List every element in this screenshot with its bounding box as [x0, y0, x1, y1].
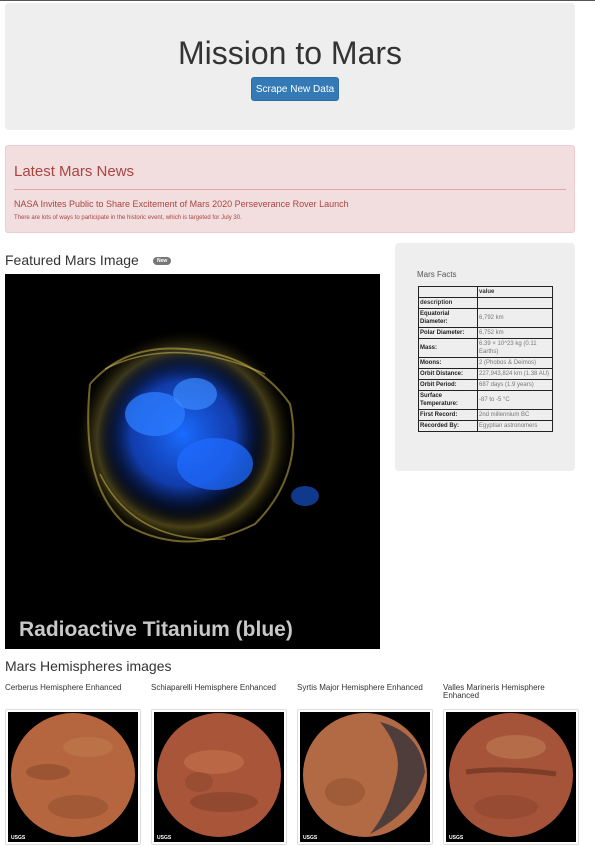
hemisphere-thumbnail[interactable]: USGS: [5, 709, 141, 845]
news-heading: Latest Mars News: [14, 163, 135, 180]
mars-globe-image: USGS: [8, 712, 138, 842]
usgs-logo: USGS: [157, 835, 172, 841]
mars-facts-panel: Mars Facts value description Equatorial …: [395, 243, 575, 471]
scrape-new-data-button[interactable]: Scrape New Data: [251, 77, 339, 101]
fact-value: -87 to -5 °C: [477, 390, 553, 410]
news-title-link[interactable]: NASA Invites Public to Share Excitement …: [14, 199, 349, 209]
mars-globe-image: USGS: [154, 712, 284, 842]
fact-label: Mass:: [418, 338, 478, 358]
usgs-logo: USGS: [303, 835, 318, 841]
table-row: Polar Diameter: 6,752 km: [418, 327, 553, 339]
fact-value: Egyptian astronomers: [477, 420, 553, 432]
fact-value: 2nd millennium BC: [477, 409, 553, 421]
latest-news-panel: Latest Mars News NASA Invites Public to …: [5, 145, 575, 233]
fact-value: 6,792 km: [477, 308, 553, 328]
facts-index-row: description: [418, 297, 553, 309]
fact-value: 687 days (1.9 years): [477, 379, 553, 391]
table-row: Orbit Distance: 227,943,824 km (1.38 AU): [418, 368, 553, 380]
fact-label: First Record:: [418, 409, 478, 421]
fact-label: Orbit Period:: [418, 379, 478, 391]
fact-value: 6,752 km: [477, 327, 553, 339]
hemisphere-title: Schiaparelli Hemisphere Enhanced: [151, 683, 276, 692]
mars-globe-image: USGS: [300, 712, 430, 842]
table-row: Surface Temperature: -87 to -5 °C: [418, 390, 553, 410]
table-row: First Record: 2nd millennium BC: [418, 409, 553, 421]
hemisphere-title: Syrtis Major Hemisphere Enhanced: [297, 683, 423, 692]
featured-mars-image[interactable]: Radioactive Titanium (blue): [5, 274, 380, 649]
facts-index-blank: [477, 297, 553, 309]
page-title: Mission to Mars: [177, 35, 403, 71]
hemisphere-thumbnail[interactable]: USGS: [151, 709, 287, 845]
table-row: Mass: 6.39 × 10^23 kg (0.11 Earths): [418, 338, 553, 358]
facts-heading: Mars Facts: [417, 270, 457, 279]
jumbotron-header: Mission to Mars Scrape New Data: [5, 3, 575, 130]
fact-label: Orbit Distance:: [418, 368, 478, 380]
facts-index-label: description: [418, 297, 478, 309]
facts-header-value: value: [477, 286, 553, 298]
hemisphere-thumbnail[interactable]: USGS: [297, 709, 433, 845]
fact-value: 227,943,824 km (1.38 AU): [477, 368, 553, 380]
table-row: Moons: 2 (Phobos & Deimos): [418, 357, 553, 369]
fact-label: Equatorial Diameter:: [418, 308, 478, 328]
hemisphere-thumbnail[interactable]: USGS: [443, 709, 579, 845]
featured-image-heading: Featured Mars Image: [5, 252, 139, 268]
featured-image-caption: Radioactive Titanium (blue): [19, 618, 293, 641]
fact-label: Polar Diameter:: [418, 327, 478, 339]
new-badge: New: [153, 257, 172, 265]
facts-header-row: value: [418, 286, 553, 298]
mars-globe-image: USGS: [446, 712, 576, 842]
mars-facts-table: value description Equatorial Diameter: 6,…: [418, 286, 553, 432]
top-border: [0, 0, 595, 1]
hemisphere-card-schiaparelli[interactable]: Schiaparelli Hemisphere Enhanced USGS: [151, 683, 287, 845]
hemisphere-card-cerberus[interactable]: Cerberus Hemisphere Enhanced USGS: [5, 683, 141, 845]
radioactive-titanium-image: Radioactive Titanium (blue): [5, 274, 380, 649]
table-row: Orbit Period: 687 days (1.9 years): [418, 379, 553, 391]
hemisphere-card-syrtis-major[interactable]: Syrtis Major Hemisphere Enhanced USGS: [297, 683, 433, 845]
fact-label: Moons:: [418, 357, 478, 369]
fact-label: Recorded By:: [418, 420, 478, 432]
news-teaser: There are lots of ways to participate in…: [14, 215, 242, 221]
hemisphere-title: Cerberus Hemisphere Enhanced: [5, 683, 122, 692]
news-divider: [14, 189, 566, 190]
hemispheres-heading: Mars Hemispheres images: [5, 658, 172, 674]
usgs-logo: USGS: [449, 835, 464, 841]
hemisphere-title: Valles Marineris Hemisphere Enhanced: [443, 683, 545, 700]
hemisphere-card-valles-marineris[interactable]: Valles Marineris Hemisphere Enhanced USG…: [443, 683, 579, 845]
table-row: Equatorial Diameter: 6,792 km: [418, 308, 553, 328]
usgs-logo: USGS: [11, 835, 26, 841]
facts-header-blank: [418, 286, 478, 298]
fact-value: 6.39 × 10^23 kg (0.11 Earths): [477, 338, 553, 358]
table-row: Recorded By: Egyptian astronomers: [418, 420, 553, 432]
fact-label: Surface Temperature:: [418, 390, 478, 410]
fact-value: 2 (Phobos & Deimos): [477, 357, 553, 369]
